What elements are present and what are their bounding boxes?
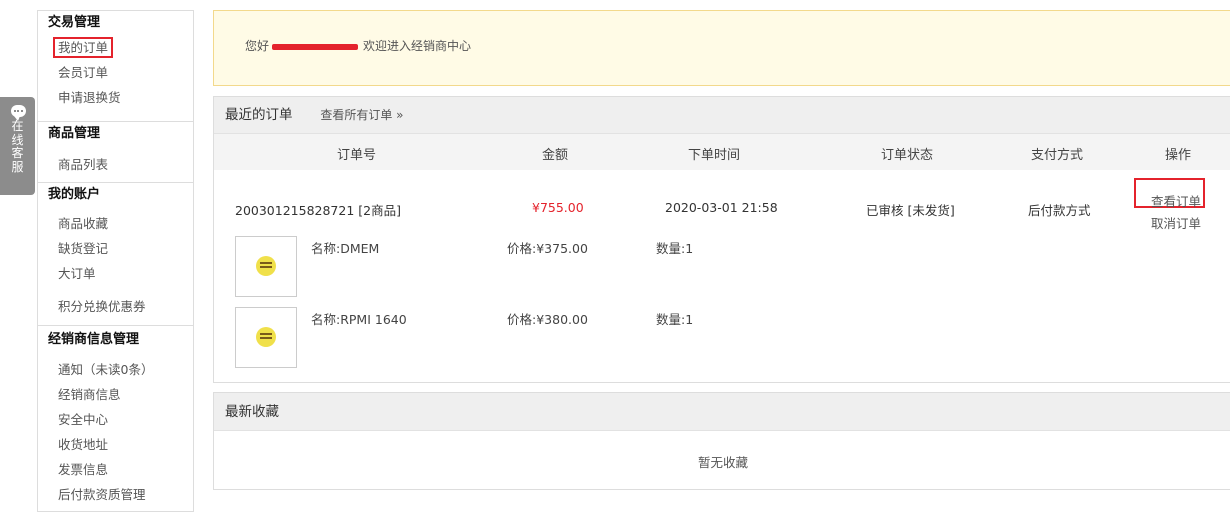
- sidebar-item-stockout[interactable]: 缺货登记: [38, 236, 193, 261]
- sidebar-item-points-coupons[interactable]: 积分兑换优惠券: [38, 294, 193, 319]
- chat-bubble-icon: [11, 105, 26, 121]
- sidebar-item-member-orders[interactable]: 会员订单: [38, 60, 193, 85]
- item-qty: 数量:1: [656, 241, 694, 256]
- panel-header: 最新收藏: [214, 393, 1230, 431]
- welcome-suffix: 欢迎进入经销商中心: [363, 39, 472, 53]
- item-qty: 数量:1: [656, 312, 694, 327]
- welcome-banner: 您好 欢迎进入经销商中心: [213, 10, 1230, 86]
- sidebar-section-dealer-info: 经销商信息管理 通知（未读0条） 经销商信息 安全中心 收货地址 发票信息 后付…: [38, 328, 193, 507]
- column-header: 订单状态: [881, 148, 934, 163]
- panel-header: 最近的订单 查看所有订单 »: [214, 97, 1230, 134]
- sidebar-item-product-list[interactable]: 商品列表: [38, 152, 193, 177]
- table-header: 订单号 金额 下单时间 订单状态 支付方式 操作: [214, 134, 1230, 170]
- column-header: 操作: [1165, 148, 1192, 163]
- panel-title: 最新收藏: [225, 404, 279, 420]
- sidebar-heading: 商品管理: [48, 126, 101, 141]
- column-header: 支付方式: [1031, 148, 1084, 163]
- payment-method: 后付款方式: [1028, 203, 1091, 218]
- item-price: 价格:¥375.00: [507, 241, 588, 256]
- order-item: 名称:DMEM 价格:¥375.00 数量:1: [214, 236, 1230, 307]
- greeting: 您好: [245, 39, 270, 53]
- empty-state-text: 暂无收藏: [697, 455, 748, 470]
- column-header: 订单号: [337, 148, 377, 163]
- column-header: 下单时间: [688, 148, 741, 163]
- sidebar-item-notifications[interactable]: 通知（未读0条）: [38, 357, 193, 382]
- brand-logo-icon: [256, 327, 276, 347]
- sidebar-nav: 交易管理 我的订单 会员订单 申请退换货 商品管理 商品列表 我的账户 商品收藏…: [37, 10, 194, 512]
- product-thumbnail[interactable]: [235, 307, 297, 368]
- sidebar-item-returns[interactable]: 申请退换货: [38, 85, 193, 110]
- order-item: 名称:RPMI 1640 价格:¥380.00 数量:1: [214, 307, 1230, 378]
- sidebar-item-dealer-info[interactable]: 经销商信息: [38, 382, 193, 407]
- sidebar-item-large-orders[interactable]: 大订单: [38, 261, 193, 286]
- brand-logo-icon: [256, 256, 276, 276]
- sidebar-item-addresses[interactable]: 收货地址: [38, 432, 193, 457]
- order-amount: ¥755.00: [532, 200, 584, 215]
- latest-favorites-panel: 最新收藏 暂无收藏: [213, 392, 1230, 490]
- sidebar-item-invoice[interactable]: 发票信息: [38, 457, 193, 482]
- product-thumbnail[interactable]: [235, 236, 297, 297]
- order-number: 200301215828721 [2商品]: [235, 203, 401, 218]
- redacted-username: [272, 43, 359, 50]
- panel-title: 最近的订单: [225, 107, 293, 123]
- view-order-link[interactable]: 查看订单: [1151, 191, 1201, 210]
- sidebar-section-products: 商品管理 商品列表: [38, 122, 193, 183]
- table-row: 200301215828721 [2商品] ¥755.00 2020-03-01…: [214, 170, 1230, 236]
- sidebar-section-trade: 交易管理 我的订单 会员订单 申请退换货: [38, 11, 193, 122]
- order-time: 2020-03-01 21:58: [665, 200, 778, 215]
- item-name: 名称:DMEM: [311, 241, 380, 256]
- online-service-label: 在线客服: [11, 119, 24, 174]
- item-price: 价格:¥380.00: [507, 312, 588, 327]
- sidebar-heading: 经销商信息管理: [48, 332, 140, 347]
- recent-orders-panel: 最近的订单 查看所有订单 » 订单号 金额 下单时间 订单状态 支付方式 操作 …: [213, 96, 1230, 383]
- item-name: 名称:RPMI 1640: [311, 312, 407, 327]
- sidebar-section-account: 我的账户 商品收藏 缺货登记 大订单 积分兑换优惠券: [38, 183, 193, 326]
- sidebar-item-favorites[interactable]: 商品收藏: [38, 211, 193, 236]
- online-service-tab[interactable]: 在线客服: [0, 97, 35, 195]
- cancel-order-link[interactable]: 取消订单: [1151, 213, 1201, 232]
- sidebar-item-my-orders[interactable]: 我的订单: [38, 35, 193, 60]
- column-header: 金额: [542, 148, 569, 163]
- sidebar-item-security[interactable]: 安全中心: [38, 407, 193, 432]
- sidebar-heading: 交易管理: [48, 15, 101, 30]
- order-status: 已审核 [未发货]: [866, 203, 955, 218]
- sidebar-item-postpay-qualification[interactable]: 后付款资质管理: [38, 482, 193, 507]
- welcome-text: 您好 欢迎进入经销商中心: [245, 37, 471, 54]
- view-all-orders-link[interactable]: 查看所有订单 »: [320, 108, 403, 122]
- sidebar-heading: 我的账户: [48, 187, 101, 202]
